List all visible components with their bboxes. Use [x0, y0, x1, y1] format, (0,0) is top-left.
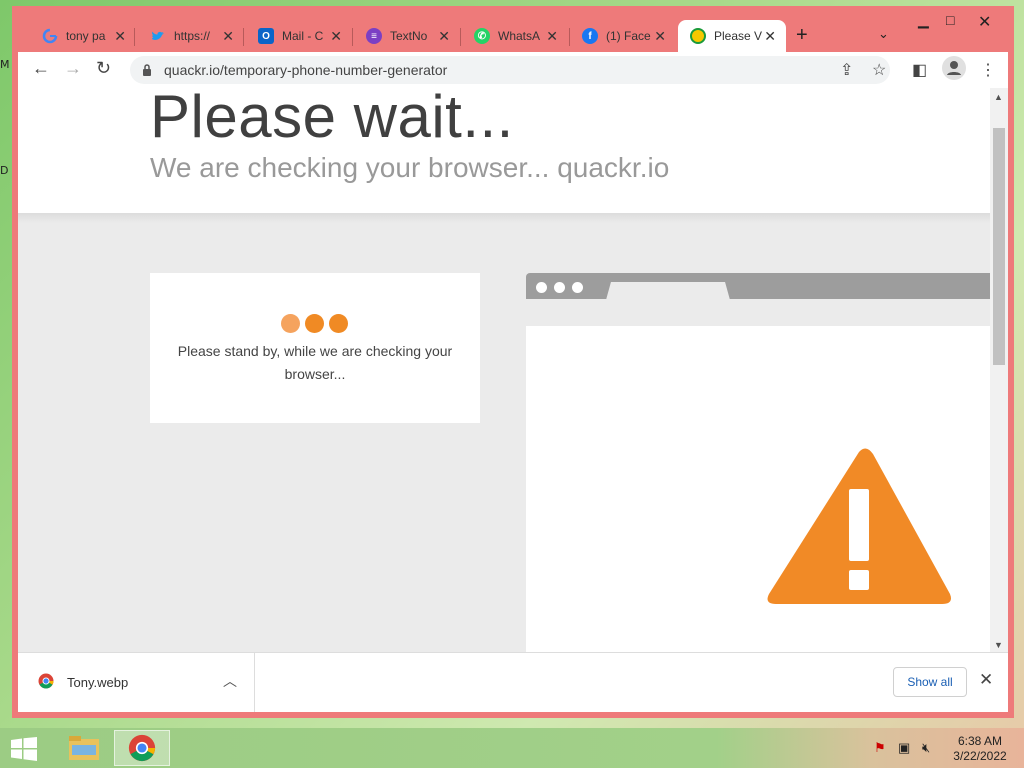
show-all-button[interactable]: Show all [893, 667, 967, 697]
system-clock[interactable]: 6:38 AM 3/22/2022 [948, 734, 1012, 764]
window-close-button[interactable]: ✕ [978, 12, 991, 32]
forward-arrow-icon[interactable]: → [64, 58, 82, 79]
close-icon[interactable]: ✕ [222, 28, 234, 45]
outlook-icon: O [258, 28, 274, 44]
header-band: Please wait... We are checking your brow… [18, 88, 990, 213]
page-subtitle: We are checking your browser... quackr.i… [150, 152, 670, 183]
facebook-icon: f [582, 28, 598, 44]
close-icon[interactable]: ✕ [546, 28, 558, 45]
close-icon[interactable]: ✕ [654, 28, 666, 45]
tab-active-quackr[interactable]: Please V ✕ [678, 20, 786, 52]
clock-date: 3/22/2022 [953, 749, 1007, 763]
chrome-window: tony pa ✕ https:// ✕ O Mail - C ✕ ≡ Text… [12, 6, 1014, 718]
warning-icon [767, 448, 951, 604]
tab-textnow[interactable]: ≡ TextNo ✕ [354, 22, 460, 50]
status-message: Please stand by, while we are checking y… [177, 343, 453, 382]
page-content: Please wait... We are checking your brow… [18, 88, 1008, 652]
google-icon [42, 28, 58, 44]
loading-dot [329, 314, 348, 333]
action-center-flag-icon[interactable]: ⚑ [874, 740, 886, 756]
close-icon[interactable]: ✕ [330, 28, 342, 45]
tab-title: WhatsA [498, 29, 541, 43]
tab-title: https:// [174, 29, 211, 43]
close-icon[interactable]: ✕ [438, 28, 450, 45]
download-shelf: Tony.webp ︿ Show all ✕ [18, 652, 1008, 712]
page-title: Please wait... [150, 88, 514, 150]
profile-avatar-icon[interactable] [942, 56, 966, 85]
loading-dots [281, 314, 351, 334]
address-bar[interactable]: quackr.io/temporary-phone-number-generat… [130, 56, 890, 84]
close-icon[interactable]: ✕ [764, 28, 776, 45]
share-icon[interactable]: ⇪ [840, 60, 853, 80]
tab-search-chevron-icon[interactable]: ⌄ [878, 26, 889, 42]
tab-google[interactable]: tony pa ✕ [30, 22, 136, 50]
volume-muted-icon[interactable]: 🔇︎ [922, 740, 930, 756]
back-arrow-icon[interactable]: ← [32, 58, 50, 79]
page-scrollbar[interactable]: ▲ ▼ [990, 88, 1008, 652]
lock-icon [142, 64, 152, 76]
desktop-icon-label: M [0, 58, 10, 71]
url-text: quackr.io/temporary-phone-number-generat… [164, 62, 448, 78]
tab-title: (1) Face [606, 29, 651, 43]
windows-start-icon[interactable] [10, 737, 38, 761]
windows-taskbar: ⚑ ▣ 🔇︎ 6:38 AM 3/22/2022 [0, 728, 1024, 768]
chrome-file-icon [38, 673, 54, 689]
tab-title: TextNo [390, 29, 428, 43]
bookmark-star-icon[interactable]: ☆ [872, 60, 886, 80]
browser-illustration [526, 273, 996, 652]
scroll-up-arrow-icon[interactable]: ▲ [994, 92, 1003, 102]
maximize-button[interactable]: □ [946, 12, 954, 28]
close-icon[interactable]: ✕ [114, 28, 126, 45]
tab-strip: tony pa ✕ https:// ✕ O Mail - C ✕ ≡ Text… [12, 6, 1014, 58]
whatsapp-icon: ✆ [474, 28, 490, 44]
illustration-body [526, 326, 996, 652]
browser-toolbar: ← → ↻ quackr.io/temporary-phone-number-g… [18, 52, 1008, 88]
download-item[interactable]: Tony.webp ︿ [18, 653, 255, 712]
file-explorer-icon[interactable] [56, 730, 112, 766]
tab-whatsapp[interactable]: ✆ WhatsA ✕ [462, 22, 568, 50]
clock-time: 6:38 AM [957, 734, 1003, 748]
loading-dot [305, 314, 324, 333]
tab-twitter[interactable]: https:// ✕ [138, 22, 244, 50]
side-panel-icon[interactable]: ◧ [912, 60, 927, 80]
chrome-taskbar-icon[interactable] [114, 730, 170, 766]
quackr-icon [690, 28, 706, 44]
network-icon[interactable]: ▣ [898, 740, 910, 756]
tab-title: Please V [714, 29, 762, 43]
reload-icon[interactable]: ↻ [96, 58, 111, 79]
scroll-down-arrow-icon[interactable]: ▼ [994, 640, 1003, 650]
tab-facebook[interactable]: f (1) Face ✕ [570, 22, 676, 50]
tab-title: tony pa [66, 29, 106, 43]
new-tab-button[interactable]: + [796, 24, 808, 47]
textnow-icon: ≡ [366, 28, 382, 44]
twitter-icon [150, 28, 166, 44]
tab-title: Mail - C [282, 29, 324, 43]
illustration-titlebar [526, 273, 996, 300]
desktop-icon-label: D [0, 164, 9, 177]
chevron-up-icon[interactable]: ︿ [223, 671, 237, 691]
scroll-thumb[interactable] [993, 128, 1005, 365]
minimize-button[interactable]: ▁ [918, 12, 929, 29]
tab-mail[interactable]: O Mail - C ✕ [246, 22, 352, 50]
download-filename: Tony.webp [67, 675, 129, 690]
status-card: Please stand by, while we are checking y… [150, 273, 480, 423]
close-icon[interactable]: ✕ [979, 670, 993, 690]
loading-dot [281, 314, 300, 333]
menu-kebab-icon[interactable]: ⋮ [980, 60, 996, 80]
